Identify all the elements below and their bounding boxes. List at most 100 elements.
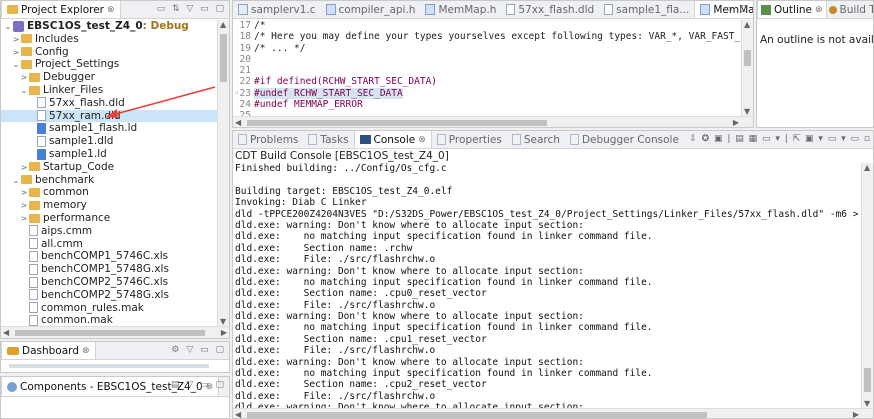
scroll-left-icon[interactable]: ◀ [235,118,241,127]
tree-item[interactable]: benchCOMP1_5748G.xls [1,263,218,276]
view-tab-label: Tasks [320,133,349,146]
tree-item[interactable]: > performance [1,212,218,225]
console-view-tab[interactable]: Properties [432,131,507,148]
close-icon[interactable]: ⊗ [82,346,90,356]
outline-tabbar: Outline ⊗ Build Ta... » [757,1,873,19]
code-line: 24 #undef MEMMAP_ERROR [233,99,741,110]
console-line: dld.exe: Section name: .cpu2_reset_vecto… [235,379,487,391]
console-vertical-scrollbar[interactable]: ▲ ▼ [861,163,873,408]
editor-tab[interactable]: sample1_fla... [599,1,694,18]
scroll-thumb[interactable] [864,368,871,392]
tree-vertical-scrollbar[interactable]: ▲ ▼ [217,20,229,326]
editor-window-buttons[interactable]: ▭ ▢ [724,4,750,14]
code-line: 20 [233,54,741,65]
tree-item[interactable]: common.mak [1,314,218,326]
tree-item[interactable]: sample1.dld [1,135,218,148]
console-output[interactable]: Finished building: ../Config/Os_cfg.c Bu… [235,163,861,408]
tree-item-label: Config [35,45,69,58]
file-icon [29,225,38,237]
scroll-up-icon[interactable]: ▲ [744,20,750,29]
editor-tab[interactable]: MemMap.h [420,1,501,18]
tree-item[interactable]: aips.cmm [1,225,218,238]
scroll-thumb[interactable] [220,34,227,82]
scroll-down-icon[interactable]: ▼ [744,107,750,116]
editor-code-area[interactable]: 17/* 18/* Here you may define your types … [233,20,741,116]
tree-item-label: benchCOMP1_5748G.xls [41,263,169,276]
tree-item[interactable]: benchCOMP2_5748G.xls [1,289,218,302]
code-line: 18/* Here you may define your types your… [233,31,741,42]
console-line: dld.exe: no matching input specification… [235,368,653,380]
tab-outline[interactable]: Outline ⊗ [757,1,827,18]
folder-icon [29,213,40,223]
console-horizontal-scrollbar[interactable]: ◀ ▶ [233,408,873,418]
view-toolbar-icons[interactable]: ▭ ⇅ ▽ ▭ ▢ [157,4,226,14]
console-view-tab[interactable]: Problems [233,131,303,148]
editor-horizontal-scrollbar[interactable]: ◀ ▶ [233,116,753,127]
tree-item[interactable]: benchCOMP2_5746C.xls [1,276,218,289]
tree-horizontal-scrollbar[interactable]: ◀ ▶ [1,326,229,338]
editor-vertical-scrollbar[interactable]: ▲ ▼ [741,20,753,116]
project-tree: ⌄ EBSC1OS_test_Z4_0: Debug > Includes > Confi… [1,20,218,326]
close-icon[interactable]: ⊗ [418,135,426,145]
editor-tab[interactable]: compiler_api.h [321,1,421,18]
tree-item[interactable]: common_rules.mak [1,302,218,315]
tree-item[interactable]: benchCOMP1_5746C.xls [1,250,218,263]
file-icon [506,4,516,15]
tab-build-targets[interactable]: Build Ta... [827,1,873,18]
scroll-left-icon[interactable]: ◀ [235,410,241,418]
tree-item-label: benchCOMP2_5746C.xls [41,276,169,288]
console-view-tab[interactable]: Debugger Console [565,131,684,148]
code-text: #if defined(RCHW_START_SEC_DATA) [254,76,438,88]
hscroll-thumb[interactable] [247,120,547,126]
console-view-tab[interactable]: Search [507,131,565,148]
tab-dashboard[interactable]: Dashboard ⊗ [1,342,96,359]
editor-tab[interactable]: 57xx_flash.dld [501,1,599,18]
scroll-thumb[interactable] [744,50,751,66]
console-line: dld.exe: warning: Don't know where to al… [235,265,584,277]
editor-tab-label: sample1_fla... [616,3,690,16]
editor-tab[interactable]: samplerv1.c [233,1,321,18]
tab-project-explorer[interactable]: Project Explorer ⊗ [1,1,121,18]
folder-icon [21,175,32,185]
scroll-up-icon[interactable]: ▲ [864,163,870,172]
search-icon [511,134,521,145]
tree-item[interactable]: > Debugger [1,71,218,84]
scroll-left-icon[interactable]: ◀ [3,328,9,337]
tree-item[interactable]: all.cmm [1,238,218,251]
console-view-tab[interactable]: Console ⊗ [353,131,432,148]
editor-pane: samplerv1.c compiler_api.h MemMap.h 57xx_fl… [232,0,754,128]
file-icon [29,302,38,314]
file-icon [604,4,614,15]
code-line: 19/* ... */ [233,43,741,54]
view-toolbar-icons[interactable]: ▤ ▽ ▭ ▢ [171,380,226,390]
tree-item[interactable]: ⌄ EBSC1OS_test_Z4_0: Debug [1,20,218,33]
tree-item[interactable]: > memory [1,199,218,212]
close-icon[interactable]: ⊗ [107,5,115,15]
tree-item[interactable]: > Includes [1,33,218,46]
console-pane: Problems Tasks Console ⊗ Properties Search Deb… [232,130,874,419]
scroll-right-icon[interactable]: ▶ [733,118,739,127]
console-line: dld.exe: warning: Don't know where to al… [235,356,584,368]
tree-item[interactable]: ⌄ benchmark [1,174,218,187]
scroll-right-icon[interactable]: ▶ [221,328,227,337]
console-view-tab[interactable]: Tasks [303,131,353,148]
close-icon[interactable]: ⊗ [815,5,823,15]
scroll-up-icon[interactable]: ▲ [220,20,226,29]
tree-item[interactable]: > common [1,186,218,199]
tree-item[interactable]: > Startup_Code [1,161,218,174]
hscroll-thumb[interactable] [247,412,707,418]
scroll-down-icon[interactable]: ▼ [864,399,870,408]
scroll-right-icon[interactable]: ▶ [853,410,859,418]
tree-item[interactable]: sample1.ld [1,148,218,161]
code-text: /* [254,20,266,31]
tree-item[interactable]: sample1_flash.ld [1,122,218,135]
tree-item[interactable]: > Config [1,46,218,59]
tree-item-label: sample1_flash.ld [49,122,138,135]
tree-item[interactable]: ⌄ Project_Settings [1,58,218,71]
scroll-down-icon[interactable]: ▼ [220,317,226,326]
view-toolbar-icons[interactable]: ⚙ ▽ ▭ ▢ [171,345,226,355]
h-file-icon [425,4,436,15]
editor-tab-label: 57xx_flash.dld [518,3,595,16]
console-toolbar[interactable]: ⇩ ✪ ▣ | ▤ ▦ ▭ ▾ | ⇱ ▣ ▾ ▭ ▾ ▭ ▫ [689,134,871,144]
hscroll-thumb[interactable] [15,330,205,336]
